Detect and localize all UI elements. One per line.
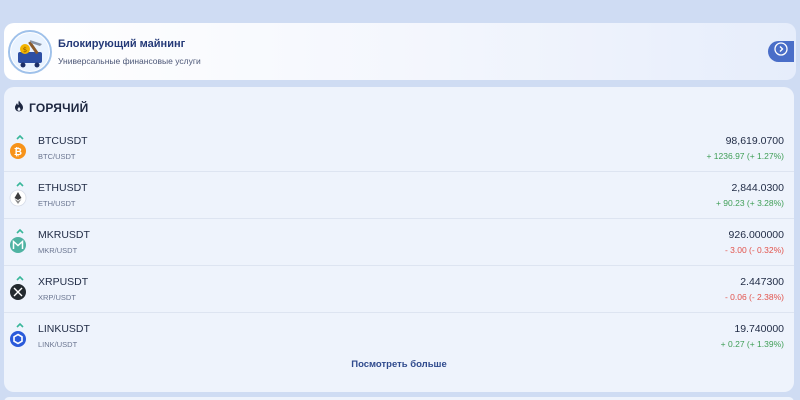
flame-icon — [14, 99, 24, 117]
chevron-right-icon — [774, 42, 788, 61]
chainlink-icon — [9, 322, 35, 348]
row-pair: XRP/USDT — [38, 293, 76, 302]
view-more-link[interactable]: Посмотреть больше — [4, 359, 794, 370]
row-pair: BTC/USDT — [38, 152, 76, 161]
row-symbol: BTCUSDT — [38, 135, 88, 147]
hot-section: ГОРЯЧИЙ ₿ BTCUSDT BTC/USDT 98,619.0700 +… — [4, 87, 794, 392]
row-change: + 1236.97 (+ 1.27%) — [706, 151, 784, 161]
banner-arrow-button[interactable] — [768, 41, 794, 62]
row-change: - 3.00 (- 0.32%) — [724, 245, 784, 255]
row-symbol: ETHUSDT — [38, 182, 88, 194]
banner-subtitle: Универсальные финансовые услуги — [58, 55, 201, 66]
row-pair: LINK/USDT — [38, 340, 78, 349]
row-price: 2,844.0300 — [731, 182, 784, 194]
row-symbol: MKRUSDT — [38, 229, 90, 241]
market-row-ethusdt[interactable]: ETHUSDT ETH/USDT 2,844.0300 + 90.23 (+ 3… — [4, 172, 794, 219]
hot-header: ГОРЯЧИЙ — [14, 99, 88, 117]
row-change: + 90.23 (+ 3.28%) — [715, 198, 784, 208]
row-pair: MKR/USDT — [38, 246, 78, 255]
bitcoin-icon: ₿ — [9, 134, 35, 160]
row-pair: ETH/USDT — [38, 199, 76, 208]
maker-icon — [9, 228, 35, 254]
row-price: 19.740000 — [734, 323, 784, 335]
row-price: 98,619.0700 — [725, 135, 784, 147]
xrp-icon — [9, 275, 35, 301]
row-change: - 0.06 (- 2.38%) — [724, 292, 784, 302]
row-price: 2.447300 — [740, 276, 784, 288]
row-price: 926.000000 — [728, 229, 784, 241]
market-row-xrpusdt[interactable]: XRPUSDT XRP/USDT 2.447300 - 0.06 (- 2.38… — [4, 266, 794, 313]
market-row-btcusdt[interactable]: ₿ BTCUSDT BTC/USDT 98,619.0700 + 1236.97… — [4, 125, 794, 172]
row-symbol: XRPUSDT — [38, 276, 89, 288]
svg-text:$: $ — [23, 46, 27, 54]
svg-text:₿: ₿ — [14, 146, 22, 158]
mining-cart-icon: $ — [8, 29, 52, 74]
row-change: + 0.27 (+ 1.39%) — [720, 339, 784, 349]
banner-title: Блокирующий майнинг — [58, 37, 186, 50]
hot-title: ГОРЯЧИЙ — [29, 101, 89, 115]
banner-text: Блокирующий майнинг Универсальные финанс… — [58, 38, 201, 66]
row-symbol: LINKUSDT — [38, 323, 90, 335]
market-row-linkusdt[interactable]: LINKUSDT LINK/USDT 19.740000 + 0.27 (+ 1… — [4, 313, 794, 360]
market-row-mkrusdt[interactable]: MKRUSDT MKR/USDT 926.000000 - 3.00 (- 0.… — [4, 219, 794, 266]
ethereum-icon — [9, 181, 35, 207]
mining-banner[interactable]: $ Блокирующий майнинг Универсальные фина… — [4, 23, 796, 80]
